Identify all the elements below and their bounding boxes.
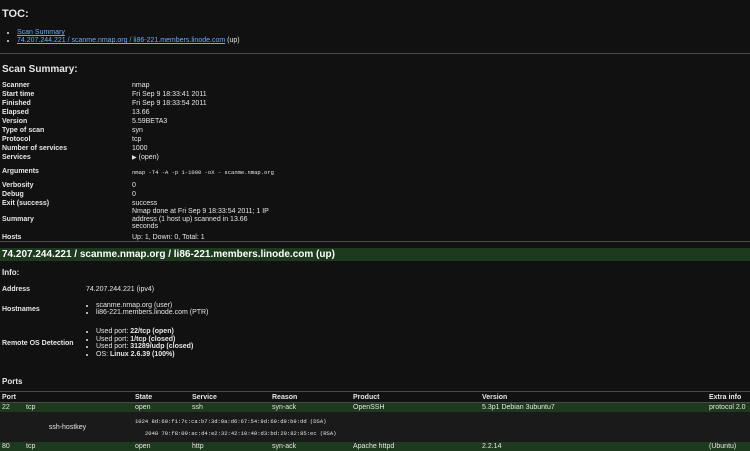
- toc-link-scan-summary[interactable]: Scan Summary: [17, 29, 65, 36]
- os-item: OS: Linux 2.6.39 (100%): [96, 351, 208, 359]
- divider: [0, 241, 750, 242]
- info-row-os: Remote OS Detection Used port: 22/tcp (o…: [2, 321, 208, 365]
- toc-host-status: (up): [225, 37, 240, 44]
- summary-row-verbosity: Verbosity 0: [2, 182, 136, 189]
- info-row-hostnames: Hostnames scanme.nmap.org (user) li86-22…: [2, 297, 208, 321]
- scan-summary-table: Scanner nmap Start time Fri Sep 9 18:33:41…: [2, 81, 274, 242]
- col-state: State: [133, 391, 190, 403]
- summary-row-exit: Exit (success) success: [2, 200, 158, 207]
- scan-summary-title: Scan Summary:: [2, 64, 78, 75]
- hostnames-list: scanme.nmap.org (user) li86-221.members.…: [86, 302, 208, 317]
- col-service: Service: [190, 391, 270, 403]
- ports-title: Ports: [2, 377, 23, 386]
- address-value: 74.207.244.221 (ipv4): [86, 285, 155, 293]
- summary-row-services: Services ▶ (open): [2, 154, 159, 161]
- host-heading: 74.207.244.221 / scanme.nmap.org / li86-…: [0, 248, 750, 261]
- toc-item-scan-summary: Scan Summary: [17, 29, 750, 37]
- col-product: Product: [351, 391, 480, 403]
- toc-list: Scan Summary 74.207.244.221 / scanme.nma…: [0, 29, 750, 45]
- toc-title: TOC:: [2, 8, 29, 20]
- hostkey-dsa: 1024 8d:60:f1:7c:ca:b7:3d:0a:d6:67:54:9d…: [135, 417, 327, 425]
- hostkey-rsa: 2048 79:f8:09:ac:d4:e2:32:42:10:49:d3:bd…: [145, 429, 337, 437]
- script-name: ssh-hostkey: [0, 412, 133, 442]
- summary-row-finished: Finished Fri Sep 9 18:33:54 2011: [2, 100, 207, 107]
- ports-header-row: Port State Service Reason Product Versio…: [0, 391, 750, 403]
- services-disclosure-toggle[interactable]: ▶ (open): [132, 154, 159, 161]
- summary-row-scanner: Scanner nmap: [2, 82, 150, 89]
- os-item: Used port: 1/tcp (closed): [96, 336, 208, 344]
- summary-row-summary: Summary Nmap done at Fri Sep 9 18:33:54 2…: [2, 208, 269, 230]
- info-row-address: Address 74.207.244.221 (ipv4): [2, 281, 208, 297]
- summary-row-num-services: Number of services 1000: [2, 145, 148, 152]
- toc-link-host[interactable]: 74.207.244.221 / scanme.nmap.org / li86-…: [17, 37, 225, 44]
- ports-table: Port State Service Reason Product Versio…: [0, 391, 750, 451]
- col-version: Version: [480, 391, 707, 403]
- col-port: Port: [0, 391, 24, 403]
- hostname-item: scanme.nmap.org (user): [96, 302, 208, 310]
- host-info-table: Address 74.207.244.221 (ipv4) Hostnames …: [2, 281, 208, 365]
- col-protocol: [24, 391, 133, 403]
- col-extra-info: Extra info: [707, 391, 750, 403]
- summary-row-version: Version 5.59BETA3: [2, 118, 168, 125]
- summary-row-arguments: Arguments nmap -T4 -A -p 1-1000 -oX - sca…: [2, 168, 274, 176]
- summary-row-hosts: Hosts Up: 1, Down: 0, Total: 1: [2, 233, 205, 241]
- summary-row-elapsed: Elapsed 13.66: [2, 109, 150, 116]
- summary-row-start-time: Start time Fri Sep 9 18:33:41 2011: [2, 91, 207, 98]
- summary-row-debug: Debug 0: [2, 191, 136, 198]
- script-output-row: ssh-hostkey 1024 8d:60:f1:7c:ca:b7:3d:0a…: [0, 412, 750, 442]
- script-output: 1024 8d:60:f1:7c:ca:b7:3d:0a:d6:67:54:9d…: [133, 412, 750, 442]
- os-item: Used port: 22/tcp (open): [96, 328, 208, 336]
- info-title: Info:: [2, 268, 20, 277]
- toc-item-host: 74.207.244.221 / scanme.nmap.org / li86-…: [17, 37, 750, 45]
- os-item: Used port: 31289/udp (closed): [96, 343, 208, 351]
- col-reason: Reason: [270, 391, 351, 403]
- summary-row-protocol: Protocol tcp: [2, 136, 142, 143]
- hostname-item: li86-221.members.linode.com (PTR): [96, 309, 208, 317]
- os-detection-list: Used port: 22/tcp (open) Used port: 1/tc…: [86, 328, 208, 358]
- summary-row-type: Type of scan syn: [2, 127, 143, 134]
- triangle-right-icon: ▶: [132, 155, 137, 161]
- port-row: 22 tcp open ssh syn-ack OpenSSH 5.3p1 De…: [0, 402, 750, 412]
